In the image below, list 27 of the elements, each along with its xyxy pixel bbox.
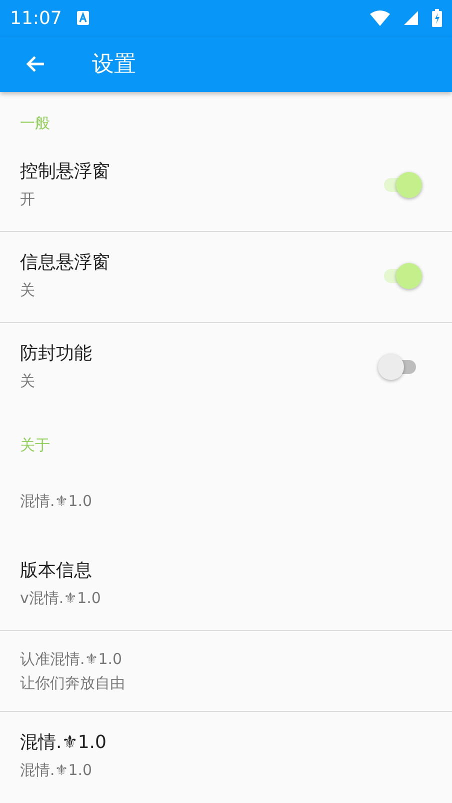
item-summary: 开 (20, 188, 36, 210)
notification-icon (76, 10, 90, 26)
section-header: 一般 (19, 112, 51, 134)
toolbar-title: 设置 (92, 51, 136, 80)
item-summary: 关 (20, 280, 36, 301)
settings-item[interactable]: 控制悬浮窗 开 (0, 140, 452, 232)
status-time: 11:07 (10, 8, 62, 29)
battery-icon (432, 9, 442, 28)
settings-item[interactable]: 认准混情.⚜1.0 让你们奔放自由 (0, 630, 452, 712)
item-summary: 混情.⚜1.0 (20, 760, 94, 781)
item-summary: 关 (20, 370, 36, 392)
wifi-icon (370, 10, 390, 26)
item-title: 信息悬浮窗 (20, 250, 111, 274)
settings-item[interactable]: 防封功能 关 (0, 322, 452, 414)
item-summary: v混情.⚜1.0 (20, 588, 102, 609)
item-title: 控制悬浮窗 (20, 160, 111, 183)
item-title: 混情.⚜1.0 (20, 731, 108, 754)
settings-item[interactable]: 混情.⚜1.0 (0, 462, 452, 540)
settings-item[interactable]: 混情.⚜1.0 混情.⚜1.0 (0, 712, 452, 803)
settings-item[interactable]: 信息悬浮窗 关 (0, 232, 452, 323)
item-title: 版本信息 (20, 558, 93, 582)
item-summary: 混情.⚜1.0 (20, 490, 94, 512)
section-header: 关于 (19, 434, 51, 456)
item-title: 防封功能 (20, 342, 93, 365)
signal-icon (404, 11, 418, 26)
settings-item[interactable]: 版本信息 v混情.⚜1.0 (0, 540, 452, 631)
item-summary: 认准混情.⚜1.0 让你们奔放自由 (20, 648, 126, 694)
